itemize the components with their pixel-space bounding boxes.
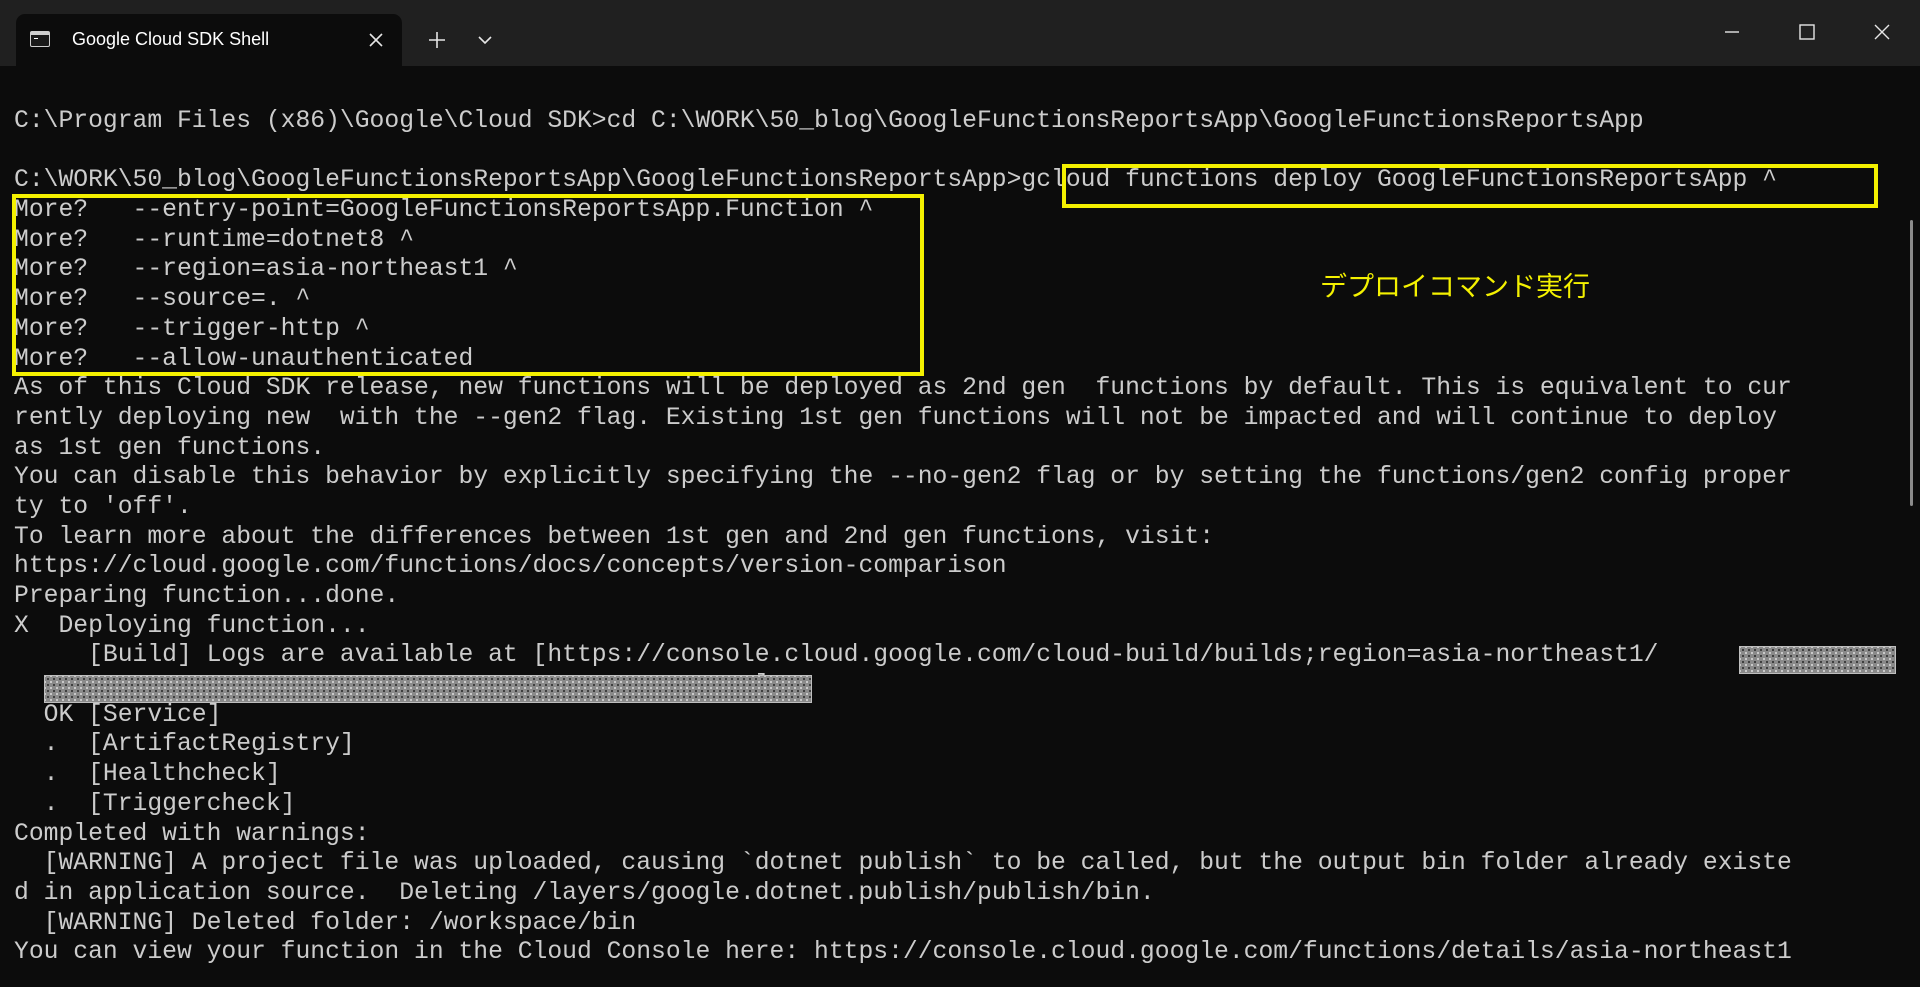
highlight-box-deploy-command	[1062, 164, 1878, 208]
terminal-line: d in application source. Deleting /layer…	[14, 878, 1155, 907]
terminal-line: . [Healthcheck]	[14, 760, 281, 789]
terminal-line: As of this Cloud SDK release, new functi…	[14, 374, 1792, 403]
scrollbar-thumb[interactable]	[1910, 220, 1913, 506]
terminal-line: OK [Service]	[14, 700, 222, 729]
terminal-line: as 1st gen functions.	[14, 433, 326, 462]
terminal-line: Completed with warnings:	[14, 819, 370, 848]
tab-google-cloud-sdk-shell[interactable]: Google Cloud SDK Shell	[16, 14, 402, 66]
terminal-line: You can view your function in the Cloud …	[14, 938, 1792, 967]
terminal-line: . [ArtifactRegistry]	[14, 730, 355, 759]
close-icon[interactable]	[1862, 16, 1902, 48]
maximize-icon[interactable]	[1787, 16, 1827, 48]
terminal-window: Google Cloud SDK Shell C:\Program Files …	[0, 0, 1920, 987]
terminal-line: Preparing function...done.	[14, 582, 400, 610]
terminal-line: [WARNING] Deleted folder: /workspace/bin	[14, 908, 637, 937]
terminal-line: X Deploying function...	[14, 611, 370, 640]
terminal-icon	[30, 31, 50, 47]
terminal-line: [Build] Logs are available at [https://c…	[14, 641, 1659, 670]
terminal-line: rently deploying new with the --gen2 fla…	[14, 403, 1777, 432]
terminal-line: C:\Program Files (x86)\Google\Cloud SDK>…	[14, 107, 1644, 135]
terminal-line: . [Triggercheck]	[14, 789, 296, 818]
annotation-label: デプロイコマンド実行	[1320, 272, 1590, 303]
plus-icon[interactable]	[425, 28, 449, 52]
title-bar: Google Cloud SDK Shell	[0, 0, 1920, 66]
terminal-line: [WARNING] A project file was uploaded, c…	[14, 849, 1792, 878]
terminal-line: ty to 'off'.	[14, 492, 192, 521]
redacted-region	[44, 675, 812, 703]
terminal-line: https://cloud.google.com/functions/docs/…	[14, 552, 1007, 581]
minimize-icon[interactable]	[1712, 16, 1752, 48]
highlight-box-deploy-options	[12, 194, 924, 376]
tab-title: Google Cloud SDK Shell	[72, 29, 270, 49]
chevron-down-icon[interactable]	[474, 31, 496, 49]
close-icon[interactable]	[366, 30, 386, 50]
terminal-output[interactable]: C:\Program Files (x86)\Google\Cloud SDK>…	[0, 66, 1920, 987]
terminal-line: To learn more about the differences betw…	[14, 522, 1215, 551]
redacted-region	[1739, 646, 1896, 674]
terminal-line: You can disable this behavior by explici…	[14, 463, 1792, 492]
